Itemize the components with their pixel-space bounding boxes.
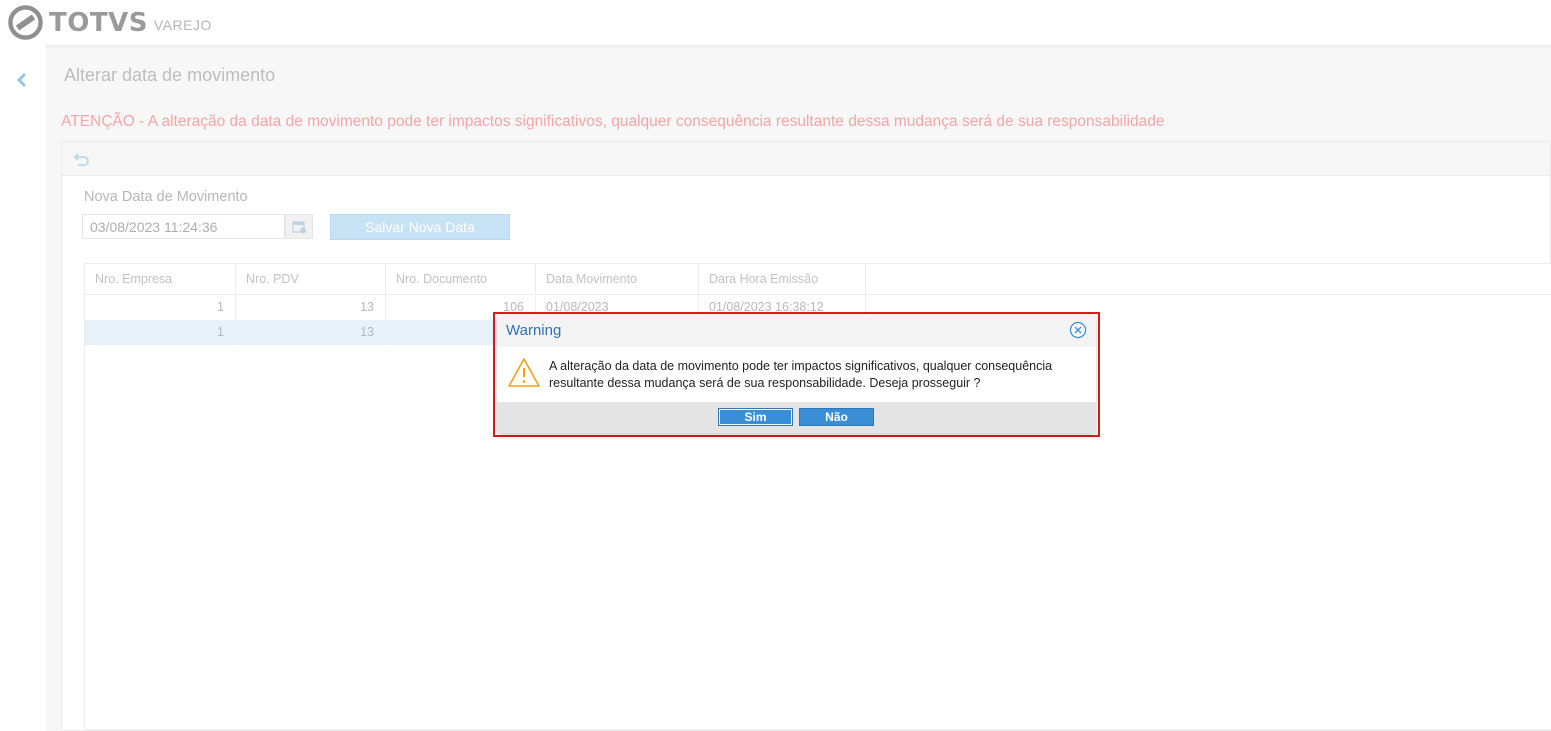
logo-brand: TOTVS [49,7,148,38]
logo-subtitle: VAREJO [153,16,212,33]
calendar-icon [291,220,306,233]
save-new-date-button[interactable]: Salvar Nova Data [330,214,510,240]
column-header-pdv[interactable]: Nro. PDV [236,264,386,295]
warning-triangle-icon [508,358,540,387]
yes-button[interactable]: Sim [718,408,793,426]
warning-dialog: Warning A alteração da data de movimento… [497,315,1096,433]
dialog-message: A alteração da data de movimento pode te… [549,359,1053,390]
cell-empresa: 1 [85,320,236,345]
undo-icon[interactable] [73,151,91,167]
column-header-data-movimento[interactable]: Data Movimento [536,264,699,295]
cell-pdv: 13 [236,295,386,320]
calendar-button[interactable] [285,214,313,239]
dialog-footer: Sim Não [497,402,1096,433]
column-header-emissao[interactable]: Dara Hora Emissão [699,264,866,295]
cell-empresa: 1 [85,295,236,320]
date-input[interactable] [82,214,285,239]
app-logo[interactable]: TOTVS VAREJO [8,5,212,40]
grid-header: Nro. Empresa Nro. PDV Nro. Documento Dat… [85,264,1551,295]
cell-pdv: 13 [236,320,386,345]
top-bar: TOTVS VAREJO [0,0,1551,45]
date-field-label: Nova Data de Movimento [84,189,248,205]
column-header-empresa[interactable]: Nro. Empresa [85,264,236,295]
dialog-title: Warning [506,322,562,339]
close-circle-icon[interactable] [1069,321,1087,339]
no-button[interactable]: Não [799,408,874,426]
warning-banner: ATENÇÃO - A alteração da data de movimen… [61,113,1165,130]
column-header-documento[interactable]: Nro. Documento [386,264,536,295]
left-rail [0,45,46,731]
chevron-left-icon[interactable] [12,70,32,90]
dialog-header: Warning [497,315,1096,347]
totvs-logo-icon [8,5,43,40]
toolbar [62,142,1550,176]
page-title: Alterar data de movimento [64,65,276,85]
